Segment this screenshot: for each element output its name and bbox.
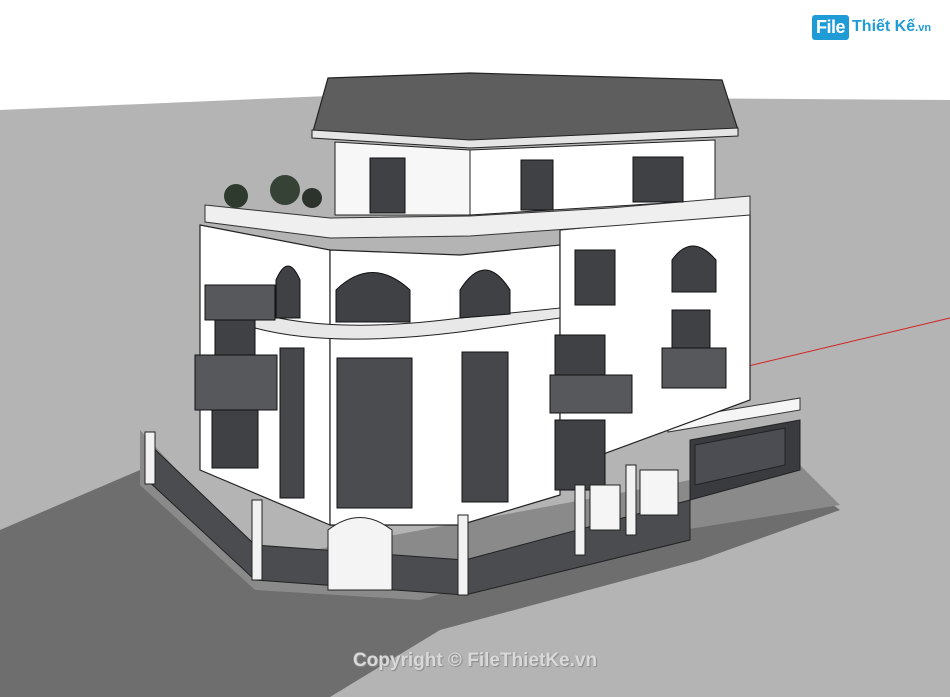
fence-pillar — [625, 464, 637, 536]
balcony — [194, 354, 278, 411]
logo-suffix: .vn — [915, 22, 932, 34]
entrance-gate — [327, 517, 393, 591]
villa-model-render — [0, 72, 950, 697]
glass-window — [279, 347, 305, 499]
fence-pillar — [144, 431, 156, 485]
3d-viewport[interactable] — [0, 0, 950, 697]
plant — [224, 184, 248, 208]
fence-pillar — [574, 484, 586, 556]
arched-window — [671, 245, 717, 293]
glass-window — [574, 249, 616, 306]
balcony — [204, 284, 276, 321]
upper-window — [369, 157, 406, 214]
balcony — [549, 374, 633, 414]
logo-name: Thiết Kế — [852, 18, 916, 35]
fence-pillar — [251, 499, 263, 581]
fence-pillar — [457, 514, 469, 596]
upper-window — [520, 159, 554, 211]
fence-panel — [589, 484, 621, 531]
logo-mark: File — [812, 14, 850, 40]
glass-window — [336, 357, 413, 509]
filethietke-logo: File Thiết Kế.vn — [812, 12, 931, 42]
plant — [302, 188, 322, 208]
upper-window — [632, 156, 684, 203]
fence-panel — [639, 469, 679, 516]
arched-window — [275, 265, 301, 319]
copyright-watermark: Copyright © FileThietKe.vn — [352, 650, 598, 671]
plant — [270, 175, 300, 205]
logo-text: Thiết Kế.vn — [852, 18, 931, 36]
balcony — [661, 347, 727, 389]
glass-window — [461, 351, 509, 503]
glass-window — [554, 419, 606, 491]
